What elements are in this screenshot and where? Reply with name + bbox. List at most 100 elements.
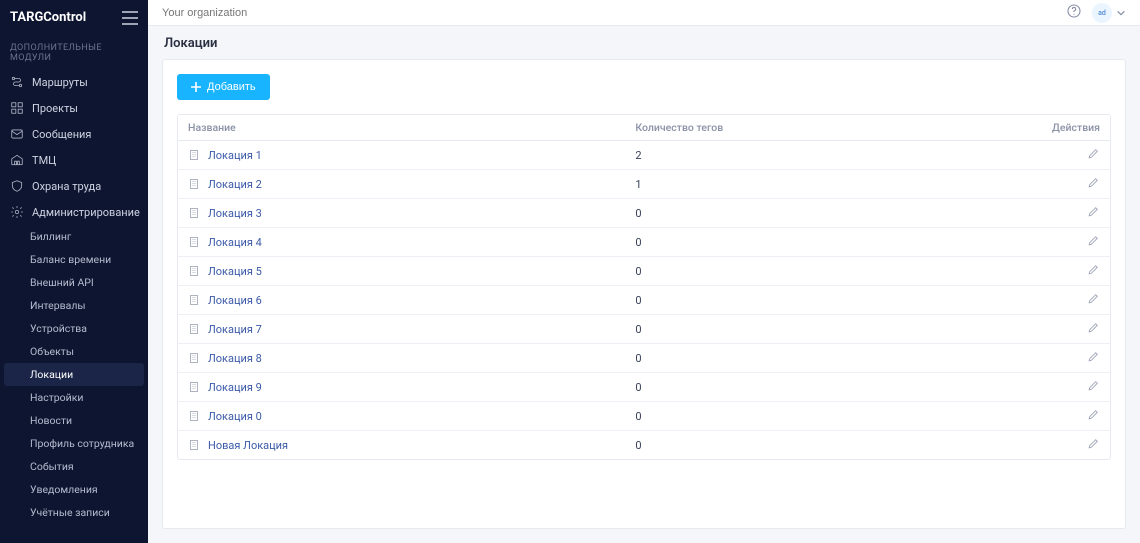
sidebar-item-5[interactable]: Администрирование <box>0 199 148 225</box>
location-name: Новая Локация <box>208 439 288 452</box>
edit-button[interactable] <box>1087 237 1100 250</box>
location-link[interactable]: Локация 5 <box>188 265 615 278</box>
inventory-icon <box>10 153 24 167</box>
location-name: Локация 8 <box>208 352 262 365</box>
edit-button[interactable] <box>1087 150 1100 163</box>
edit-button[interactable] <box>1087 208 1100 221</box>
location-name: Локация 3 <box>208 207 262 220</box>
edit-button[interactable] <box>1087 179 1100 192</box>
location-link[interactable]: Локация 1 <box>188 149 615 162</box>
building-icon <box>188 236 200 248</box>
location-tag-count: 2 <box>625 141 1035 170</box>
edit-pencil-icon <box>1087 437 1100 450</box>
location-link[interactable]: Локация 0 <box>188 410 615 423</box>
building-icon <box>188 265 200 277</box>
location-link[interactable]: Локация 2 <box>188 178 615 191</box>
sidebar-item-label: Охрана труда <box>32 180 101 193</box>
building-icon <box>188 294 200 306</box>
sidebar-subitem[interactable]: Уведомления <box>0 478 148 501</box>
col-header-tags[interactable]: Количество тегов <box>625 115 1035 141</box>
location-name: Локация 7 <box>208 323 262 336</box>
location-tag-count: 0 <box>625 373 1035 402</box>
user-menu[interactable]: ad <box>1092 3 1126 23</box>
table-row: Локация 21 <box>178 170 1110 199</box>
edit-button[interactable] <box>1087 324 1100 337</box>
edit-pencil-icon <box>1087 379 1100 392</box>
sidebar-subitem[interactable]: Устройства <box>0 317 148 340</box>
location-tag-count: 0 <box>625 257 1035 286</box>
edit-button[interactable] <box>1087 295 1100 308</box>
location-link[interactable]: Локация 3 <box>188 207 615 220</box>
sidebar-item-label: Администрирование <box>32 206 140 219</box>
sidebar-item-2[interactable]: Сообщения <box>0 121 148 147</box>
sidebar-admin-subnav: БиллингБаланс времениВнешний APIИнтервал… <box>0 225 148 524</box>
location-tag-count: 0 <box>625 228 1035 257</box>
table-row: Локация 3 0 <box>178 199 1110 228</box>
sidebar-subitem[interactable]: Объекты <box>0 340 148 363</box>
edit-pencil-icon <box>1087 205 1100 218</box>
add-location-button[interactable]: Добавить <box>177 74 270 100</box>
edit-button[interactable] <box>1087 440 1100 453</box>
sidebar: TARGControl ДОПОЛНИТЕЛЬНЫЕ МОДУЛИ Маршру… <box>0 0 148 543</box>
location-link[interactable]: Локация 6 <box>188 294 615 307</box>
locations-table: Название Количество тегов Действия Локац… <box>177 114 1111 460</box>
sidebar-item-3[interactable]: ТМЦ <box>0 147 148 173</box>
location-link[interactable]: Локация 4 <box>188 236 615 249</box>
avatar: ad <box>1092 3 1112 23</box>
location-name: Локация 2 <box>208 178 262 191</box>
sidebar-subitem[interactable]: Настройки <box>0 386 148 409</box>
location-link[interactable]: Новая Локация <box>188 439 615 452</box>
gear-icon <box>10 205 24 219</box>
sidebar-item-0[interactable]: Маршруты <box>0 69 148 95</box>
location-name: Локация 1 <box>208 149 262 162</box>
location-link[interactable]: Локация 9 <box>188 381 615 394</box>
sidebar-nav: Маршруты Проекты Сообщения ТМЦ Охрана труда А… <box>0 69 148 225</box>
sidebar-subitem[interactable]: Баланс времени <box>0 248 148 271</box>
sidebar-subitem[interactable]: Интервалы <box>0 294 148 317</box>
location-link[interactable]: Локация 8 <box>188 352 615 365</box>
edit-pencil-icon <box>1087 321 1100 334</box>
edit-pencil-icon <box>1087 292 1100 305</box>
sidebar-item-1[interactable]: Проекты <box>0 95 148 121</box>
edit-button[interactable] <box>1087 382 1100 395</box>
content-panel: Добавить Название Количество тегов Дейст… <box>162 59 1126 529</box>
sidebar-subitem[interactable]: Локации <box>4 363 144 386</box>
sidebar-item-label: Проекты <box>32 102 78 115</box>
sidebar-subitem[interactable]: Новости <box>0 409 148 432</box>
projects-icon <box>10 101 24 115</box>
sidebar-subitem[interactable]: Профиль сотрудника <box>0 432 148 455</box>
help-icon[interactable] <box>1066 3 1082 22</box>
sidebar-subitem[interactable]: Учётные записи <box>0 501 148 524</box>
edit-pencil-icon <box>1087 176 1100 189</box>
chevron-down-icon <box>1116 8 1126 18</box>
main-area: ad Локации Добавить Название Количество … <box>148 0 1140 543</box>
table-header-row: Название Количество тегов Действия <box>178 115 1110 141</box>
page-title: Локации <box>148 26 1140 59</box>
table-row: Локация 60 <box>178 286 1110 315</box>
location-tag-count: 0 <box>625 431 1035 459</box>
col-header-name[interactable]: Название <box>178 115 625 141</box>
building-icon <box>188 149 200 161</box>
sidebar-subitem[interactable]: Внешний API <box>0 271 148 294</box>
location-name: Локация 6 <box>208 294 262 307</box>
plus-icon <box>191 82 201 92</box>
location-link[interactable]: Локация 7 <box>188 323 615 336</box>
org-search-input[interactable] <box>162 7 1056 19</box>
sidebar-item-label: Сообщения <box>32 128 91 141</box>
edit-button[interactable] <box>1087 411 1100 424</box>
table-row: Локация 00 <box>178 402 1110 431</box>
sidebar-item-4[interactable]: Охрана труда <box>0 173 148 199</box>
edit-button[interactable] <box>1087 266 1100 279</box>
sidebar-subitem[interactable]: Биллинг <box>0 225 148 248</box>
sidebar-toggle[interactable] <box>122 11 138 25</box>
edit-pencil-icon <box>1087 408 1100 421</box>
menu-icon <box>122 11 138 25</box>
add-button-label: Добавить <box>207 81 256 93</box>
edit-button[interactable] <box>1087 353 1100 366</box>
route-icon <box>10 75 24 89</box>
sidebar-subitem[interactable]: События <box>0 455 148 478</box>
location-name: Локация 5 <box>208 265 262 278</box>
table-row: Локация 1 2 <box>178 141 1110 170</box>
sidebar-header: TARGControl <box>0 0 148 35</box>
location-tag-count: 0 <box>625 199 1035 228</box>
